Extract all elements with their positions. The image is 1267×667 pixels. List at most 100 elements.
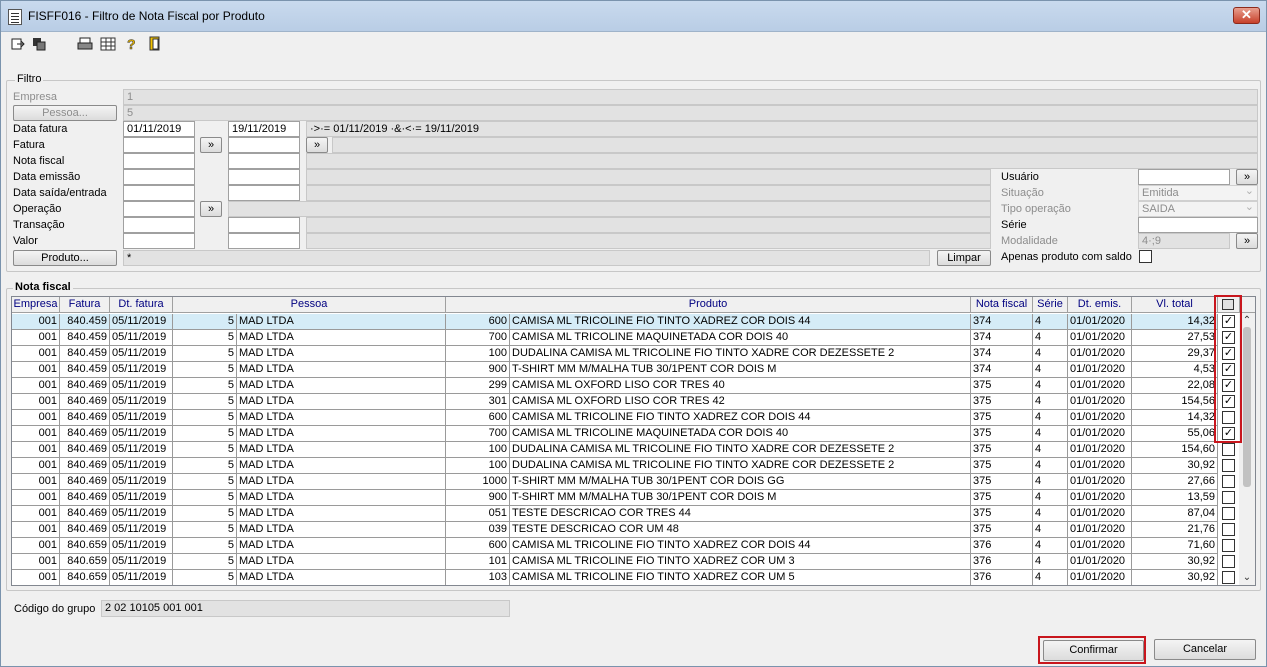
close-button[interactable]: ✕ [1233, 7, 1260, 24]
fatura-to-input[interactable] [228, 137, 300, 153]
table-row[interactable]: 001 840.469 05/11/2019 5 MAD LTDA 051 TESTE DE… [12, 506, 1235, 522]
cell-dt-fatura: 05/11/2019 [110, 426, 173, 442]
cell-fatura: 840.469 [60, 474, 110, 490]
table-row[interactable]: 001 840.469 05/11/2019 5 MAD LTDA 301 CAMISA M… [12, 394, 1235, 410]
col-dt-emis[interactable]: Dt. emis. [1068, 297, 1132, 313]
main-window: FISFF016 - Filtro de Nota Fiscal por Pro… [0, 0, 1267, 667]
cell-pessoa-cod: 5 [173, 570, 237, 585]
cell-serie: 4 [1033, 522, 1068, 538]
scroll-thumb[interactable] [1243, 327, 1251, 487]
data-fatura-from-input[interactable]: 01/11/2019 [123, 121, 195, 137]
usuario-label: Usuário [1001, 171, 1039, 183]
row-checkbox[interactable] [1222, 475, 1235, 488]
valor-from-input[interactable] [123, 233, 195, 249]
cell-pessoa: MAD LTDA [237, 506, 446, 522]
valor-expression [306, 233, 991, 249]
limpar-button[interactable]: Limpar [937, 250, 991, 266]
cell-dt-fatura: 05/11/2019 [110, 474, 173, 490]
transacao-to-input[interactable] [228, 217, 300, 233]
cell-serie: 4 [1033, 506, 1068, 522]
situacao-select[interactable]: Emitida [1138, 184, 1258, 201]
nota-fiscal-grid[interactable]: Empresa Fatura Dt. fatura Pessoa Produto… [11, 296, 1256, 586]
pessoa-button[interactable]: Pessoa... [13, 105, 117, 121]
valor-to-input[interactable] [228, 233, 300, 249]
row-checkbox[interactable] [1222, 555, 1235, 568]
row-checkbox[interactable] [1222, 571, 1235, 584]
col-fatura[interactable]: Fatura [60, 297, 110, 313]
col-empresa[interactable]: Empresa [12, 297, 60, 313]
nota-fiscal-from-input[interactable] [123, 153, 195, 169]
row-checkbox[interactable] [1222, 539, 1235, 552]
operacao-input[interactable] [123, 201, 195, 217]
usuario-lookup-button[interactable]: » [1236, 169, 1258, 185]
row-checkbox[interactable] [1222, 443, 1235, 456]
table-row[interactable]: 001 840.469 05/11/2019 5 MAD LTDA 700 CAMISA M… [12, 426, 1235, 442]
door-icon[interactable] [147, 36, 163, 52]
table-row[interactable]: 001 840.659 05/11/2019 5 MAD LTDA 103 CAMISA M… [12, 570, 1235, 585]
cell-nf: 375 [971, 506, 1033, 522]
tipo-operacao-select[interactable]: SAIDA [1138, 200, 1258, 217]
cell-pessoa: MAD LTDA [237, 554, 446, 570]
data-saida-to-input[interactable] [228, 185, 300, 201]
cell-dt-fatura: 05/11/2019 [110, 522, 173, 538]
cell-pessoa: MAD LTDA [237, 410, 446, 426]
col-produto[interactable]: Produto [446, 297, 971, 313]
transacao-from-input[interactable] [123, 217, 195, 233]
row-checkbox[interactable] [1222, 459, 1235, 472]
operacao-lookup-button[interactable]: » [200, 201, 222, 217]
cell-produto: CAMISA ML TRICOLINE MAQUINETADA COR DOIS… [510, 330, 971, 346]
cell-dt-fatura: 05/11/2019 [110, 314, 173, 330]
usuario-input[interactable] [1138, 169, 1230, 185]
cell-pessoa-cod: 5 [173, 314, 237, 330]
cell-fatura: 840.469 [60, 490, 110, 506]
col-pessoa[interactable]: Pessoa [173, 297, 446, 313]
col-vl-total[interactable]: Vl. total [1132, 297, 1218, 313]
cell-pessoa-cod: 5 [173, 426, 237, 442]
data-saida-from-input[interactable] [123, 185, 195, 201]
table-row[interactable]: 001 840.459 05/11/2019 5 MAD LTDA 100 DUDALINA… [12, 346, 1235, 362]
table-row[interactable]: 001 840.459 05/11/2019 5 MAD LTDA 600 CAMISA M… [12, 314, 1235, 330]
fatura-from-input[interactable] [123, 137, 195, 153]
cell-vl: 4,53 [1132, 362, 1218, 378]
table-row[interactable]: 001 840.469 05/11/2019 5 MAD LTDA 900 T-SHIRT … [12, 490, 1235, 506]
filter-icon[interactable] [31, 36, 47, 52]
cell-produto: CAMISA ML OXFORD LISO COR TRES 40 [510, 378, 971, 394]
print-icon[interactable] [77, 36, 93, 52]
data-emissao-to-input[interactable] [228, 169, 300, 185]
table-row[interactable]: 001 840.469 05/11/2019 5 MAD LTDA 039 TESTE DE… [12, 522, 1235, 538]
serie-input[interactable] [1138, 217, 1258, 233]
table-row[interactable]: 001 840.469 05/11/2019 5 MAD LTDA 600 CAMISA M… [12, 410, 1235, 426]
row-checkbox[interactable] [1222, 507, 1235, 520]
fatura-lookup-button[interactable]: » [200, 137, 222, 153]
fatura-to-lookup-button[interactable]: » [306, 137, 328, 153]
table-row[interactable]: 001 840.659 05/11/2019 5 MAD LTDA 600 CAMISA M… [12, 538, 1235, 554]
data-emissao-from-input[interactable] [123, 169, 195, 185]
row-checkbox[interactable] [1222, 523, 1235, 536]
cancelar-button[interactable]: Cancelar [1154, 639, 1256, 660]
col-serie[interactable]: Série [1033, 297, 1068, 313]
exit-icon[interactable] [10, 36, 26, 52]
table-row[interactable]: 001 840.459 05/11/2019 5 MAD LTDA 700 CAMISA M… [12, 330, 1235, 346]
col-dt-fatura[interactable]: Dt. fatura [110, 297, 173, 313]
scroll-down-icon[interactable]: ⌄ [1239, 572, 1255, 583]
table-row[interactable]: 001 840.659 05/11/2019 5 MAD LTDA 101 CAMISA M… [12, 554, 1235, 570]
table-row[interactable]: 001 840.469 05/11/2019 5 MAD LTDA 100 DUDALINA… [12, 458, 1235, 474]
nota-fiscal-to-input[interactable] [228, 153, 300, 169]
apenas-saldo-checkbox[interactable] [1139, 250, 1152, 263]
table-row[interactable]: 001 840.469 05/11/2019 5 MAD LTDA 299 CAMISA M… [12, 378, 1235, 394]
table-row[interactable]: 001 840.469 05/11/2019 5 MAD LTDA 100 DUDALINA… [12, 442, 1235, 458]
modalidade-lookup-button[interactable]: » [1236, 233, 1258, 249]
table-row[interactable]: 001 840.469 05/11/2019 5 MAD LTDA 1000 T-SHIRT… [12, 474, 1235, 490]
table-row[interactable]: 001 840.459 05/11/2019 5 MAD LTDA 900 T-SHIRT … [12, 362, 1235, 378]
produto-button[interactable]: Produto... [13, 250, 117, 266]
help-icon[interactable]: ? [124, 36, 140, 52]
grid-icon[interactable] [100, 36, 116, 52]
cell-dt-fatura: 05/11/2019 [110, 490, 173, 506]
cell-produto: DUDALINA CAMISA ML TRICOLINE FIO TINTO X… [510, 458, 971, 474]
data-fatura-to-input[interactable]: 19/11/2019 [228, 121, 300, 137]
cell-dt-fatura: 05/11/2019 [110, 410, 173, 426]
col-nota-fiscal[interactable]: Nota fiscal [971, 297, 1033, 313]
row-checkbox[interactable] [1222, 491, 1235, 504]
cell-nf: 375 [971, 394, 1033, 410]
cell-nf: 374 [971, 362, 1033, 378]
